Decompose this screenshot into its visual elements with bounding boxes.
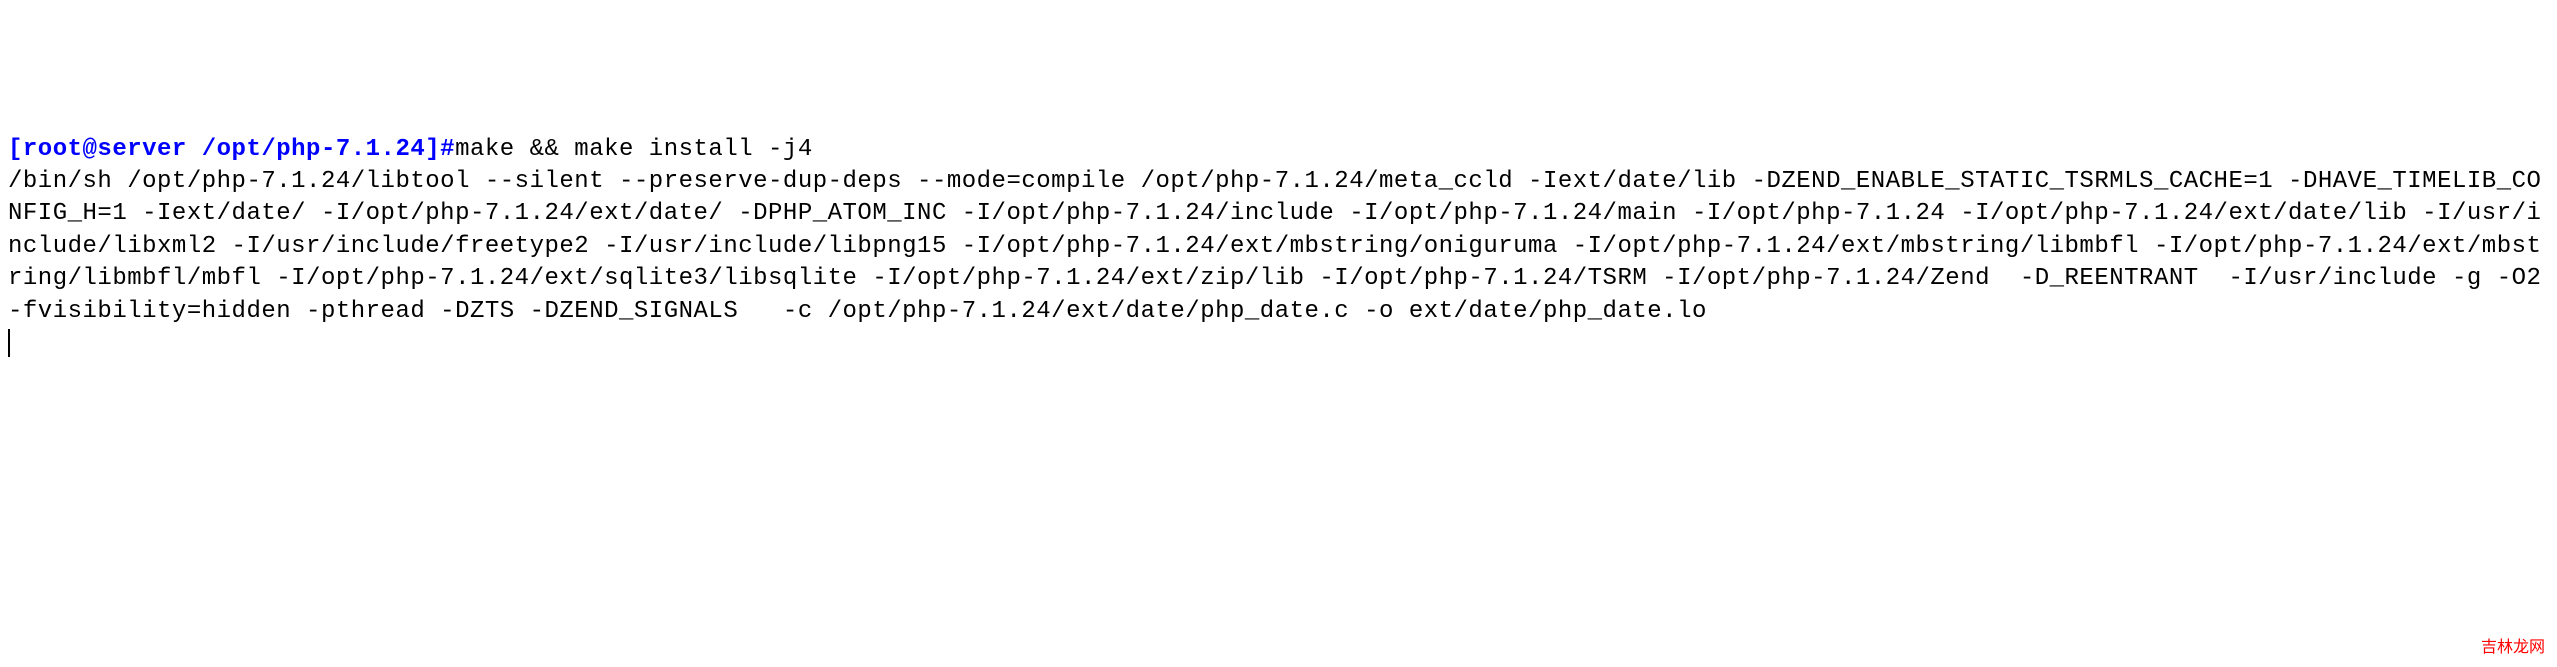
terminal-screen[interactable]: [root@server /opt/php-7.1.24]#make && ma… bbox=[8, 134, 2549, 361]
command-input[interactable]: make && make install -j4 bbox=[455, 136, 813, 163]
terminal-output: /bin/sh /opt/php-7.1.24/libtool --silent… bbox=[8, 168, 2556, 325]
watermark-text: 吉林龙网 bbox=[2481, 637, 2545, 659]
prompt-user-host: [root@server bbox=[8, 136, 187, 163]
prompt-symbol: # bbox=[440, 136, 455, 163]
prompt-path: /opt/php-7.1.24] bbox=[187, 136, 440, 163]
cursor bbox=[8, 329, 10, 357]
